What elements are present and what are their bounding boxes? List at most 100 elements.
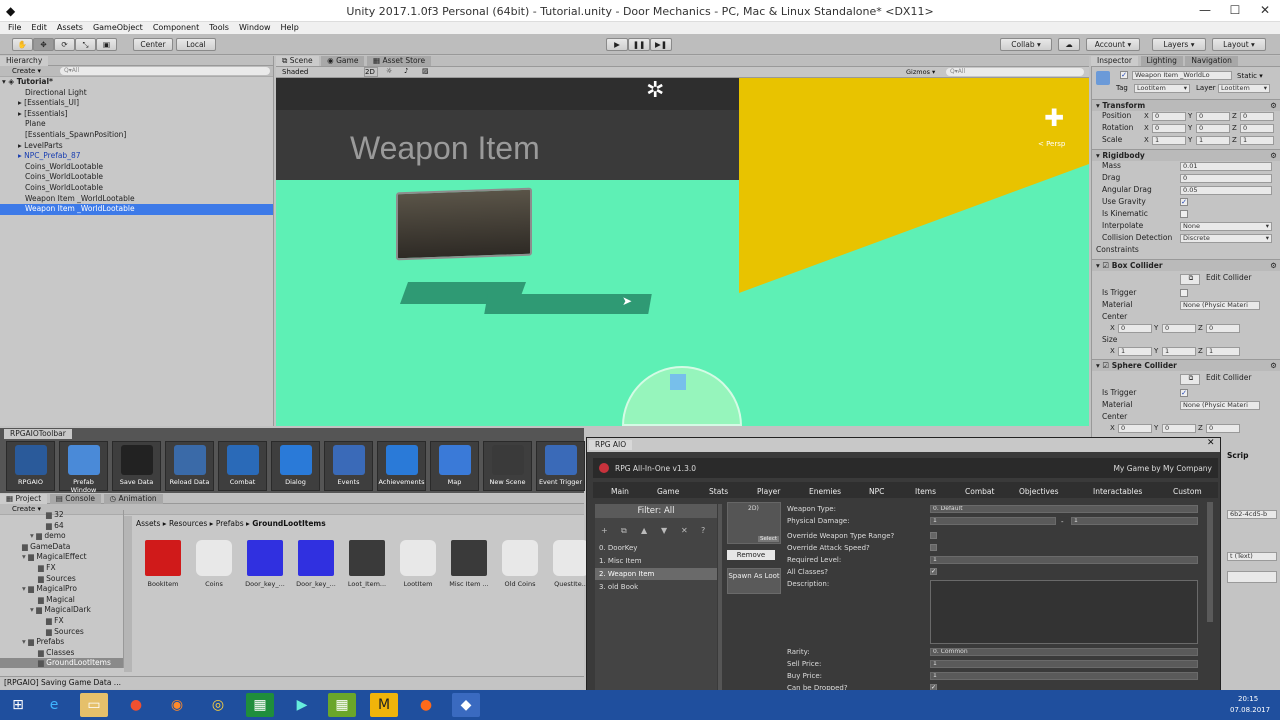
app-arrow-icon[interactable]: ▶ <box>288 693 316 717</box>
interpolate-dropdown[interactable]: None ▾ <box>1180 221 1272 231</box>
tab-navigation[interactable]: Navigation <box>1185 56 1238 66</box>
layout-button[interactable]: Layout ▾ <box>1212 38 1266 51</box>
dialog-button[interactable]: Dialog <box>271 441 320 491</box>
filter-header[interactable]: Filter: All <box>595 504 717 518</box>
vector-y-field[interactable]: 0 <box>1162 323 1196 333</box>
layers-button[interactable]: Layers ▾ <box>1152 38 1206 51</box>
lighting-toggle-icon[interactable]: ☼ <box>386 67 392 75</box>
nav-objectives[interactable]: Objectives <box>1019 487 1058 496</box>
pivot-local-button[interactable]: Local <box>176 38 216 51</box>
prefab-window-button[interactable]: Prefab Window <box>59 441 108 494</box>
project-folder[interactable]: ▆ 64 <box>0 521 123 532</box>
vector-z-field[interactable]: 1 <box>1240 135 1274 145</box>
app-m-icon[interactable]: M <box>370 693 398 717</box>
pivot-center-button[interactable]: Center <box>133 38 173 51</box>
partial-button[interactable] <box>1227 571 1277 583</box>
asset-item[interactable]: Door_key_... <box>293 540 339 588</box>
vector-x-field[interactable]: 0 <box>1152 123 1186 133</box>
hierarchy-item[interactable]: ▸ [Essentials_UI] <box>0 98 273 109</box>
nav-game[interactable]: Game <box>657 487 679 496</box>
tab-project[interactable]: ▦ Project <box>0 494 48 504</box>
move-down-icon[interactable]: ▼ <box>661 526 667 535</box>
hierarchy-item[interactable]: ▸ NPC_Prefab_87 <box>0 151 273 162</box>
vector-y-field[interactable]: 1 <box>1196 135 1230 145</box>
vector-y-field[interactable]: 1 <box>1162 346 1196 356</box>
scene-viewport[interactable]: Weapon Item ✲ ✚ < Persp ➤ <box>276 78 1089 426</box>
tab-inspector[interactable]: Inspector <box>1091 56 1138 66</box>
excel-icon[interactable]: ▦ <box>246 693 274 717</box>
hierarchy-item[interactable]: [Essentials_SpawnPosition] <box>0 130 273 141</box>
step-button[interactable]: ▶❚ <box>650 38 672 51</box>
audio-toggle-icon[interactable]: ♪ <box>404 67 408 75</box>
box-is-trigger-checkbox[interactable] <box>1180 289 1188 297</box>
menu-window[interactable]: Window <box>239 22 271 34</box>
rpgaio-button[interactable]: RPGAIO <box>6 441 55 491</box>
tab-lighting[interactable]: Lighting <box>1140 56 1183 66</box>
tab-scene[interactable]: ⧉ Scene <box>276 56 319 66</box>
duplicate-icon[interactable]: ⧉ <box>621 526 627 536</box>
close-button[interactable]: ✕ <box>1250 0 1280 22</box>
vector-y-field[interactable]: 0 <box>1196 123 1230 133</box>
nav-custom[interactable]: Custom <box>1173 487 1202 496</box>
angular_drag-field[interactable]: 0.05 <box>1180 185 1272 195</box>
collab-button[interactable]: Collab ▾ <box>1000 38 1052 51</box>
firefox-icon[interactable]: ◉ <box>163 693 191 717</box>
nav-player[interactable]: Player <box>757 487 780 496</box>
tab-rpgaio[interactable]: RPG AIO <box>589 440 633 450</box>
description-textarea[interactable] <box>930 580 1198 644</box>
hand-tool-icon[interactable]: ✋ <box>12 38 33 51</box>
menu-component[interactable]: Component <box>153 22 199 34</box>
combat-button[interactable]: Combat <box>218 441 267 491</box>
events-button[interactable]: Events <box>324 441 373 491</box>
tab-rpgaio-toolbar[interactable]: RPGAIOToolbar <box>4 429 72 439</box>
edit-collider-icon[interactable]: ⧉ <box>1180 373 1200 385</box>
component-settings-icon[interactable]: ⚙ <box>1270 360 1277 371</box>
vector-z-field[interactable]: 1 <box>1206 346 1240 356</box>
hierarchy-item[interactable]: Coins_WorldLootable <box>0 183 273 194</box>
ie-icon[interactable]: e <box>40 693 68 717</box>
vector-z-field[interactable]: 0 <box>1240 111 1274 121</box>
nav-stats[interactable]: Stats <box>709 487 728 496</box>
static-dropdown[interactable]: Static ▾ <box>1237 72 1263 80</box>
project-folder[interactable]: ▆ GameData <box>0 542 123 553</box>
required-level-field[interactable]: 1 <box>930 556 1198 564</box>
chrome-icon[interactable]: ◎ <box>204 693 232 717</box>
collision-detection-dropdown[interactable]: Discrete ▾ <box>1180 233 1272 243</box>
rarity-field[interactable]: 0. Common <box>930 648 1198 656</box>
nav-enemies[interactable]: Enemies <box>809 487 841 496</box>
persp-label[interactable]: < Persp <box>1038 140 1065 148</box>
all-classes-checkbox[interactable]: ✓ <box>930 568 937 575</box>
breadcrumb-assets[interactable]: Assets <box>136 519 160 528</box>
project-folder[interactable]: ▾ ▆ MagicalPro <box>0 584 123 595</box>
hierarchy-item[interactable]: Weapon Item _WorldLootable <box>0 194 273 205</box>
project-folder[interactable]: ▾ ▆ MagicalDark <box>0 605 123 616</box>
item-list-entry[interactable]: 0. DoorKey <box>595 542 717 554</box>
menu-tools[interactable]: Tools <box>209 22 229 34</box>
menu-file[interactable]: File <box>8 22 21 34</box>
start-button-icon[interactable]: ⊞ <box>4 693 32 717</box>
hierarchy-item[interactable]: Plane <box>0 119 273 130</box>
vector-x-field[interactable]: 0 <box>1118 323 1152 333</box>
scene-orientation-gizmo-icon[interactable]: ✚ <box>1034 98 1074 138</box>
tab-console[interactable]: ▤ Console <box>49 494 101 504</box>
image-select-button[interactable]: Select <box>758 536 779 542</box>
shading-dropdown[interactable]: Shaded <box>282 68 362 76</box>
hierarchy-item[interactable]: ▸ [Essentials] <box>0 109 273 120</box>
override-speed-checkbox[interactable] <box>930 544 937 551</box>
hierarchy-item[interactable]: Coins_WorldLootable <box>0 172 273 183</box>
weapon-type-field[interactable]: 0. Default <box>930 505 1198 513</box>
constraints-foldout[interactable]: Constraints <box>1092 244 1280 256</box>
vector-z-field[interactable]: 0 <box>1206 423 1240 433</box>
project-folder[interactable]: ▆ Classes <box>0 648 123 659</box>
effects-toggle-icon[interactable]: ▨ <box>422 67 429 75</box>
asset-item[interactable]: Coins <box>191 540 237 588</box>
layer-dropdown[interactable]: LootItem ▾ <box>1218 84 1270 93</box>
nav-items[interactable]: Items <box>915 487 936 496</box>
tab-animation[interactable]: ◷ Animation <box>103 494 163 504</box>
nav-combat[interactable]: Combat <box>965 487 994 496</box>
edit-collider-icon[interactable]: ⧉ <box>1180 273 1200 285</box>
app-red-icon[interactable]: ● <box>122 693 150 717</box>
reload-data-button[interactable]: Reload Data <box>165 441 214 491</box>
item-list-entry[interactable]: 3. old Book <box>595 581 717 593</box>
sphere-material-field[interactable]: None (Physic Materi <box>1180 400 1260 410</box>
